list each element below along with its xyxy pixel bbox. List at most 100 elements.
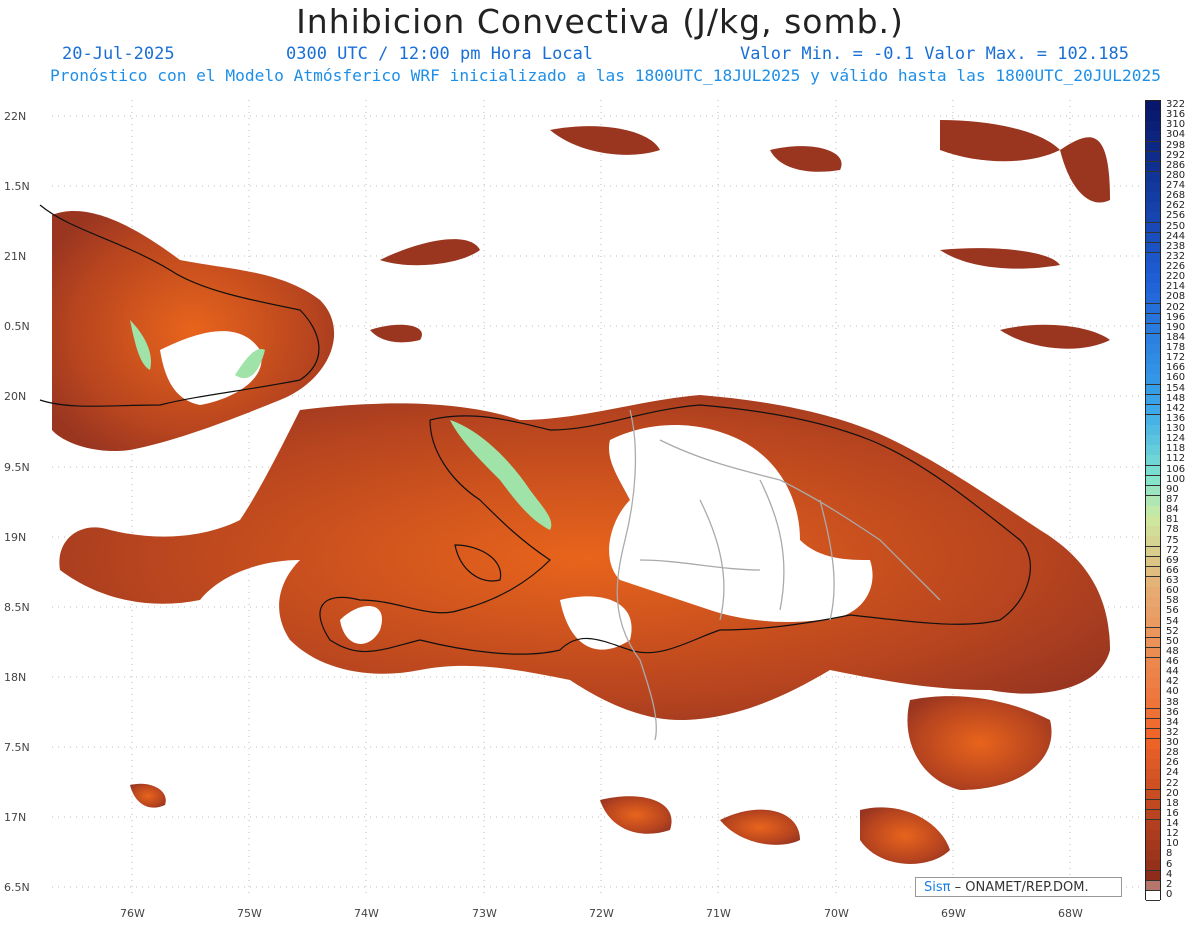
- legend-swatch: [1146, 617, 1160, 629]
- color-legend-bar: [1145, 100, 1161, 902]
- legend-swatch: [1146, 597, 1160, 608]
- credit-text: – ONAMET/REP.DOM.: [950, 880, 1089, 895]
- legend-swatch: [1146, 759, 1160, 770]
- legend-swatch: [1146, 526, 1160, 537]
- legend-swatch: [1146, 303, 1160, 315]
- legend-swatch: [1146, 151, 1160, 163]
- legend-swatch: [1146, 182, 1160, 193]
- legend-swatch: [1146, 546, 1160, 558]
- legend-swatch: [1146, 425, 1160, 436]
- legend-swatch: [1146, 273, 1160, 284]
- legend-swatch: [1146, 445, 1160, 456]
- legend-label: 0: [1166, 888, 1173, 900]
- legend-swatch: [1146, 435, 1160, 446]
- legend-swatch: [1146, 657, 1160, 669]
- lat-label: 20N: [4, 390, 27, 403]
- legend-swatch: [1146, 495, 1160, 507]
- lon-label: 76W: [120, 907, 145, 920]
- legend-swatch: [1146, 587, 1160, 598]
- lat-label: 6.5N: [4, 881, 30, 894]
- legend-swatch: [1146, 637, 1160, 649]
- legend-swatch: [1146, 870, 1160, 882]
- legend-swatch: [1146, 283, 1160, 294]
- legend-swatch: [1146, 809, 1160, 821]
- legend-label: 208: [1166, 291, 1186, 303]
- legend-swatch: [1146, 222, 1160, 234]
- credit-box: Sisπ – ONAMET/REP.DOM.: [915, 877, 1122, 897]
- legend-swatch: [1146, 830, 1160, 841]
- lat-label: 22N: [4, 110, 27, 123]
- legend-swatch: [1146, 414, 1160, 426]
- lon-label: 68W: [1058, 907, 1083, 920]
- legend-swatch: [1146, 668, 1160, 679]
- legend-swatch: [1146, 404, 1160, 416]
- legend-swatch: [1146, 263, 1160, 274]
- legend-swatch: [1146, 101, 1160, 112]
- lat-label: 19N: [4, 531, 27, 544]
- legend-swatch: [1146, 364, 1160, 375]
- legend-swatch: [1146, 627, 1160, 639]
- lat-label: 21N: [4, 250, 27, 263]
- legend-swatch: [1146, 131, 1160, 142]
- legend-swatch: [1146, 880, 1160, 892]
- legend-swatch: [1146, 738, 1160, 750]
- legend-swatch: [1146, 384, 1160, 396]
- legend-swatch: [1146, 850, 1160, 861]
- legend-swatch: [1146, 242, 1160, 254]
- legend-swatch: [1146, 394, 1160, 406]
- lon-label: 74W: [354, 907, 379, 920]
- legend-swatch: [1146, 475, 1160, 487]
- legend-label: 8: [1166, 848, 1173, 860]
- legend-label: 304: [1166, 129, 1186, 141]
- legend-swatch: [1146, 678, 1160, 689]
- lon-label: 72W: [589, 907, 614, 920]
- lat-label: 8.5N: [4, 601, 30, 614]
- legend-label: 75: [1166, 534, 1179, 546]
- legend-swatch: [1146, 202, 1160, 213]
- legend-swatch: [1146, 323, 1160, 335]
- legend-swatch: [1146, 192, 1160, 203]
- legend-swatch: [1146, 516, 1160, 527]
- lon-label: 70W: [824, 907, 849, 920]
- legend-swatch: [1146, 232, 1160, 244]
- lat-label: 18N: [4, 671, 27, 684]
- lon-label: 71W: [706, 907, 731, 920]
- lat-label: 0.5N: [4, 320, 30, 333]
- legend-label: 40: [1166, 686, 1179, 698]
- legend-swatch: [1146, 779, 1160, 791]
- legend-swatch: [1146, 333, 1160, 345]
- lat-label: 7.5N: [4, 741, 30, 754]
- legend-swatch: [1146, 465, 1160, 477]
- legend-swatch: [1146, 171, 1160, 183]
- map-plot: [39, 100, 1140, 897]
- sisp-logo: Sisπ: [924, 880, 951, 895]
- legend-swatch: [1146, 799, 1160, 811]
- legend-swatch: [1146, 718, 1160, 730]
- lon-label: 75W: [237, 907, 262, 920]
- legend-swatch: [1146, 890, 1160, 902]
- lat-label: 9.5N: [4, 461, 30, 474]
- legend-label: 256: [1166, 210, 1186, 222]
- legend-label: 56: [1166, 605, 1179, 617]
- legend-swatch: [1146, 141, 1160, 153]
- lon-label: 69W: [941, 907, 966, 920]
- legend-label: 24: [1166, 767, 1179, 779]
- legend-swatch: [1146, 698, 1160, 710]
- lon-label: 73W: [472, 907, 497, 920]
- legend-swatch: [1146, 485, 1160, 497]
- legend-swatch: [1146, 566, 1160, 578]
- legend-label: 160: [1166, 372, 1186, 384]
- legend-swatch: [1146, 354, 1160, 365]
- legend-swatch: [1146, 576, 1160, 588]
- legend-swatch: [1146, 789, 1160, 801]
- lat-label: 1.5N: [4, 180, 30, 193]
- legend-swatch: [1146, 819, 1160, 831]
- legend-swatch: [1146, 536, 1160, 548]
- legend-swatch: [1146, 728, 1160, 740]
- legend-swatch: [1146, 313, 1160, 325]
- lat-label: 17N: [4, 811, 27, 824]
- legend-swatch: [1146, 212, 1160, 223]
- legend-label: 112: [1166, 453, 1186, 465]
- legend-swatch: [1146, 749, 1160, 760]
- legend-swatch: [1146, 121, 1160, 132]
